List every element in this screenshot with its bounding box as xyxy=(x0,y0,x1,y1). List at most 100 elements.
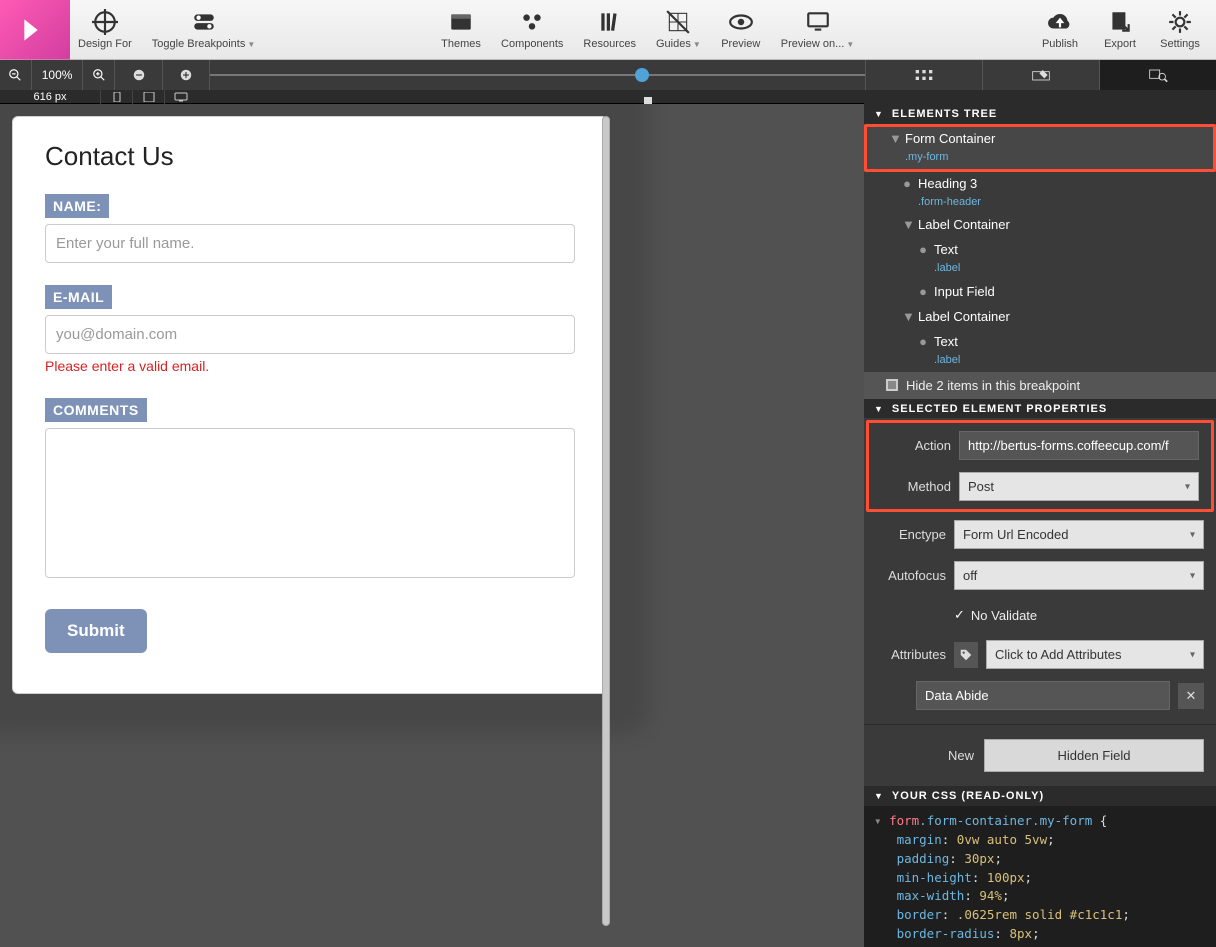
device-phone-icon[interactable] xyxy=(100,90,132,104)
panel-tab-inspect[interactable] xyxy=(1099,60,1216,90)
top-toolbar: Design For Toggle Breakpoints▼ Themes Co… xyxy=(0,0,1216,60)
collapse-icon: ▼ xyxy=(874,791,884,801)
cloud-upload-icon xyxy=(1046,9,1074,35)
width-px-label: 616 px xyxy=(0,91,100,103)
crosshair-icon xyxy=(91,9,119,35)
tree-heading3[interactable]: ●Heading 3 .form-header xyxy=(864,172,1216,214)
toggle-breakpoints-label: Toggle Breakpoints xyxy=(152,38,246,50)
collapse-icon: ▼ xyxy=(874,404,884,414)
toggle-icon xyxy=(190,9,218,35)
zoom-bar: 100% xyxy=(0,60,1216,90)
device-tablet-icon[interactable] xyxy=(132,90,164,104)
panel-tab-edit[interactable] xyxy=(982,60,1099,90)
guides-button[interactable]: Guides▼ xyxy=(648,0,709,60)
prop-enctype: Enctype Form Url Encoded xyxy=(864,514,1216,555)
monitor-icon xyxy=(804,9,832,35)
css-readonly: ▾ form.form-container.my-form { margin: … xyxy=(864,806,1216,947)
method-select[interactable]: Post xyxy=(959,472,1199,501)
hidden-field-button[interactable]: Hidden Field xyxy=(984,739,1204,772)
zoom-plus-button[interactable] xyxy=(163,60,211,90)
elements-tree-header[interactable]: ▼Elements Tree xyxy=(864,104,1216,124)
close-icon: ✕ xyxy=(1186,688,1197,704)
autofocus-select[interactable]: off xyxy=(954,561,1204,590)
field-label-name: NAME: xyxy=(45,194,109,218)
preview-button[interactable]: Preview xyxy=(713,0,769,60)
preview-on-label: Preview on... xyxy=(781,38,845,50)
tree-form-container[interactable]: ▼Form Container .my-form xyxy=(867,127,1213,169)
remove-attr-button[interactable]: ✕ xyxy=(1178,683,1204,709)
canvas-scrollbar[interactable] xyxy=(602,116,610,926)
device-desktop-icon[interactable] xyxy=(164,90,196,104)
enctype-select[interactable]: Form Url Encoded xyxy=(954,520,1204,549)
your-css-header[interactable]: ▼Your CSS (Read-Only) xyxy=(864,786,1216,806)
canvas-area: Contact Us NAME: E-MAIL Please enter a v… xyxy=(0,104,864,947)
chevron-down-icon: ▼ xyxy=(693,40,701,49)
design-for-label: Design For xyxy=(78,38,132,50)
field-label-comments: COMMENTS xyxy=(45,398,147,422)
tree-input-field[interactable]: ●Input Field xyxy=(864,280,1216,305)
breakpoint-slider[interactable] xyxy=(210,60,865,90)
selected-props: Action Method Post Enctype Form Url Enco… xyxy=(864,418,1216,786)
prop-data-abide: Data Abide ✕ xyxy=(864,675,1216,716)
settings-label: Settings xyxy=(1160,38,1200,50)
resources-label: Resources xyxy=(583,38,636,50)
publish-label: Publish xyxy=(1042,38,1078,50)
checkbox-icon xyxy=(886,379,898,391)
elements-tree: ▼Form Container .my-form ●Heading 3 .for… xyxy=(864,124,1216,399)
components-button[interactable]: Components xyxy=(493,0,571,60)
zoom-minus-button[interactable] xyxy=(115,60,163,90)
zoom-percent: 100% xyxy=(32,60,84,90)
prop-attributes: Attributes Click to Add Attributes xyxy=(864,634,1216,675)
zoom-in-magnifier-button[interactable] xyxy=(83,60,115,90)
prop-action: Action xyxy=(869,425,1211,466)
toggle-breakpoints-button[interactable]: Toggle Breakpoints▼ xyxy=(144,0,263,60)
themes-button[interactable]: Themes xyxy=(433,0,489,60)
comments-textarea[interactable] xyxy=(45,428,575,578)
resources-button[interactable]: Resources xyxy=(575,0,644,60)
slider-knob[interactable] xyxy=(635,68,649,82)
guides-label: Guides xyxy=(656,38,691,50)
action-input[interactable] xyxy=(959,431,1199,460)
attributes-select[interactable]: Click to Add Attributes xyxy=(986,640,1204,669)
selected-props-header[interactable]: ▼Selected Element Properties xyxy=(864,399,1216,419)
chevron-down-icon: ▼ xyxy=(247,40,255,49)
field-label-email: E-MAIL xyxy=(45,285,112,309)
preview-on-button[interactable]: Preview on...▼ xyxy=(773,0,863,60)
email-error: Please enter a valid email. xyxy=(45,358,575,374)
app-logo[interactable] xyxy=(0,0,70,60)
prop-novalidate[interactable]: ✓ No Validate xyxy=(864,596,1216,634)
data-abide-label: Data Abide xyxy=(925,688,989,703)
export-button[interactable]: Export xyxy=(1092,0,1148,60)
design-for-button[interactable]: Design For xyxy=(70,0,140,60)
tag-icon xyxy=(954,642,978,668)
gear-icon xyxy=(1166,9,1194,35)
guides-icon xyxy=(664,9,692,35)
eye-icon xyxy=(727,9,755,35)
name-input[interactable] xyxy=(45,224,575,263)
tree-text-2[interactable]: ●Text .label xyxy=(864,330,1216,372)
prop-autofocus: Autofocus off xyxy=(864,555,1216,596)
email-input[interactable] xyxy=(45,315,575,354)
zoom-out-magnifier-button[interactable] xyxy=(0,60,32,90)
submit-button[interactable]: Submit xyxy=(45,609,147,653)
publish-button[interactable]: Publish xyxy=(1032,0,1088,60)
prop-method: Method Post xyxy=(869,466,1211,507)
export-icon xyxy=(1106,9,1134,35)
themes-icon xyxy=(447,9,475,35)
collapse-icon: ▼ xyxy=(874,109,884,119)
form-title: Contact Us xyxy=(45,141,575,172)
tree-text-1[interactable]: ●Text .label xyxy=(864,238,1216,280)
check-icon: ✓ xyxy=(954,607,965,623)
new-hidden-field: New Hidden Field xyxy=(864,724,1216,786)
chevron-down-icon: ▼ xyxy=(846,40,854,49)
preview-label: Preview xyxy=(721,38,760,50)
form-canvas[interactable]: Contact Us NAME: E-MAIL Please enter a v… xyxy=(12,116,608,694)
settings-button[interactable]: Settings xyxy=(1152,0,1208,60)
right-panel: ▼Elements Tree ▼Form Container .my-form … xyxy=(864,104,1216,947)
panel-tab-grid[interactable] xyxy=(865,60,982,90)
tree-hide-items[interactable]: Hide 2 items in this breakpoint xyxy=(864,372,1216,399)
export-label: Export xyxy=(1104,38,1136,50)
tree-label-container-2[interactable]: ▼Label Container xyxy=(864,305,1216,330)
themes-label: Themes xyxy=(441,38,481,50)
tree-label-container-1[interactable]: ▼Label Container xyxy=(864,213,1216,238)
